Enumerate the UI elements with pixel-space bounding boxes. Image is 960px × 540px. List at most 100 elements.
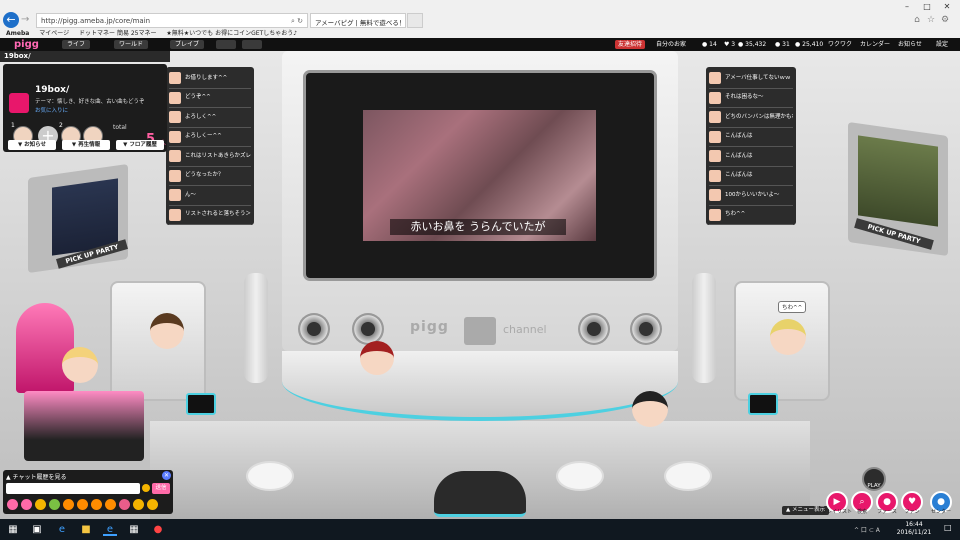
explorer-icon[interactable]: ■	[79, 523, 93, 536]
back-arrow-icon[interactable]: ←	[3, 12, 19, 28]
nav-world[interactable]: ワールド	[114, 40, 149, 49]
game-area[interactable]: 赤いお鼻を うらんでいたが pigg channel PICK UP PARTY…	[0, 51, 960, 519]
face-emote-icon[interactable]	[77, 499, 88, 510]
ie-icon[interactable]: e	[103, 523, 117, 536]
avatar[interactable]	[169, 72, 181, 85]
avatar[interactable]	[709, 111, 721, 124]
status-badge[interactable]: 友達招待	[615, 40, 646, 49]
avatar[interactable]	[709, 91, 721, 104]
chrome-icon[interactable]: ●	[151, 523, 165, 536]
avatar[interactable]	[709, 150, 721, 163]
nav-brave[interactable]: ブレイブ	[170, 40, 205, 49]
chat-history-label: チャット履歴を見る	[12, 474, 67, 481]
windows-start-icon[interactable]: ▦	[6, 523, 20, 536]
avatar[interactable]	[169, 208, 181, 221]
face-emote-icon[interactable]	[91, 499, 102, 510]
sun-emote-icon[interactable]	[147, 499, 158, 510]
avatar-blue-shirt[interactable]	[632, 391, 668, 427]
nav-icon-a[interactable]	[216, 40, 236, 49]
chat-input[interactable]	[6, 483, 140, 494]
floor-history-dropdown[interactable]: ▼ フロア履歴	[116, 140, 164, 150]
avatar-princess[interactable]	[62, 347, 98, 383]
home-icon[interactable]: ⌂	[912, 15, 922, 25]
stat-heart: ♥ 3	[724, 41, 736, 48]
avatar-red-hair[interactable]	[360, 341, 394, 375]
play-button[interactable]: PLAY	[862, 467, 886, 491]
settings-link[interactable]: 設定	[936, 38, 948, 51]
edge-icon[interactable]: e	[55, 523, 69, 536]
sun-emote-icon[interactable]	[133, 499, 144, 510]
waku-link[interactable]: ワクワク	[828, 38, 852, 51]
list-item: ちわ^^	[709, 206, 793, 225]
my-room-link[interactable]: 自分のお家	[656, 38, 686, 51]
pigg-logo[interactable]: pigg	[14, 38, 39, 51]
avatar-glasses-dj[interactable]	[150, 313, 184, 349]
task-view-icon[interactable]: ▣	[30, 523, 44, 536]
play-pad-right[interactable]	[748, 393, 778, 415]
system-tray[interactable]: ^ 口 ⊂ A	[854, 525, 880, 534]
stool[interactable]	[246, 461, 294, 491]
avatar[interactable]	[709, 208, 721, 221]
forward-arrow-icon[interactable]: →	[21, 14, 33, 26]
avatar[interactable]	[169, 91, 181, 104]
new-tab-button[interactable]	[407, 13, 423, 28]
chat-close-icon[interactable]: ✕	[162, 471, 171, 480]
face-emote-icon[interactable]	[63, 499, 74, 510]
face-emote-icon[interactable]	[119, 499, 130, 510]
notice-link[interactable]: お知らせ	[898, 38, 922, 51]
avatar[interactable]	[709, 130, 721, 143]
avatar-blonde[interactable]	[770, 319, 806, 355]
avatar[interactable]	[709, 72, 721, 85]
avatar[interactable]	[169, 150, 181, 163]
chat-text: こんばんは	[725, 172, 753, 179]
taskbar-clock[interactable]: 16:44 2016/11/21	[894, 521, 934, 537]
maximize-icon[interactable]: □	[920, 2, 934, 12]
fav-mypage[interactable]: マイページ	[39, 30, 69, 37]
right-tv-screen[interactable]	[858, 135, 938, 227]
avatar[interactable]	[169, 189, 181, 202]
face-emote-icon[interactable]	[105, 499, 116, 510]
fav-ameba[interactable]: Ameba	[6, 30, 29, 37]
nav-life[interactable]: ライフ	[62, 40, 91, 49]
list-item: どちのバンバンは無理かもね	[709, 108, 793, 128]
avatar[interactable]	[169, 111, 181, 124]
avatar[interactable]	[709, 169, 721, 182]
calendar-link[interactable]: カレンダー	[860, 38, 890, 51]
avatar[interactable]	[709, 189, 721, 202]
favorites-bar: Ameba マイページ ドットマネー 簡易 25マネー ★無料★いつでも お得に…	[0, 29, 960, 38]
address-bar[interactable]: http://pigg.ameba.jp/core/main ⌕ ↻	[36, 13, 308, 28]
search-refresh-icon[interactable]: ⌕ ↻	[291, 16, 303, 26]
stat-gold: ● 25,410	[795, 41, 824, 48]
list-item: こんばんは	[709, 167, 793, 186]
list-item: リストされると落ちそう＞＜	[169, 206, 251, 225]
smile-icon[interactable]	[142, 484, 150, 492]
nav-icon-b[interactable]	[242, 40, 262, 49]
avatar[interactable]	[169, 169, 181, 182]
chat-history-link[interactable]: ▲ チャット履歴を見る	[6, 472, 66, 481]
stool[interactable]	[556, 461, 604, 491]
star-icon[interactable]: ☆	[926, 15, 936, 25]
add-favorite-link[interactable]: お気に入りに	[35, 106, 68, 114]
browser-tab[interactable]: アメーバピグ | 無料で遊べる！... ✕	[310, 13, 406, 28]
notice-dropdown[interactable]: ▼ お知らせ	[8, 140, 56, 150]
gear-icon[interactable]: ⚙	[940, 15, 950, 25]
avatar[interactable]	[169, 130, 181, 143]
fav-dotmoney[interactable]: ドットマネー 簡易 25マネー	[79, 30, 156, 37]
chat-text: よろしく^^	[185, 113, 217, 120]
star-emote-icon[interactable]	[35, 499, 46, 510]
note-emote-icon[interactable]	[49, 499, 60, 510]
fav-coin[interactable]: ★無料★いつでも お得にコインGETしちゃおう♪	[166, 30, 297, 37]
store-icon[interactable]: ▦	[127, 523, 141, 536]
chat-text: リストされると落ちそう＞＜	[185, 211, 251, 218]
play-pad-left[interactable]	[186, 393, 216, 415]
chat-send-button[interactable]: 送信	[152, 483, 170, 494]
notification-icon[interactable]: □	[944, 523, 954, 536]
play-info-dropdown[interactable]: ▼ 再生情報	[62, 140, 110, 150]
close-icon[interactable]: ✕	[940, 2, 954, 12]
heart-emote-icon[interactable]	[21, 499, 32, 510]
chat-text: どうなったか？	[185, 172, 224, 179]
heart-emote-icon[interactable]	[7, 499, 18, 510]
booth-speaker-left	[244, 273, 268, 383]
minimize-icon[interactable]: –	[900, 2, 914, 12]
stool[interactable]	[664, 461, 712, 491]
